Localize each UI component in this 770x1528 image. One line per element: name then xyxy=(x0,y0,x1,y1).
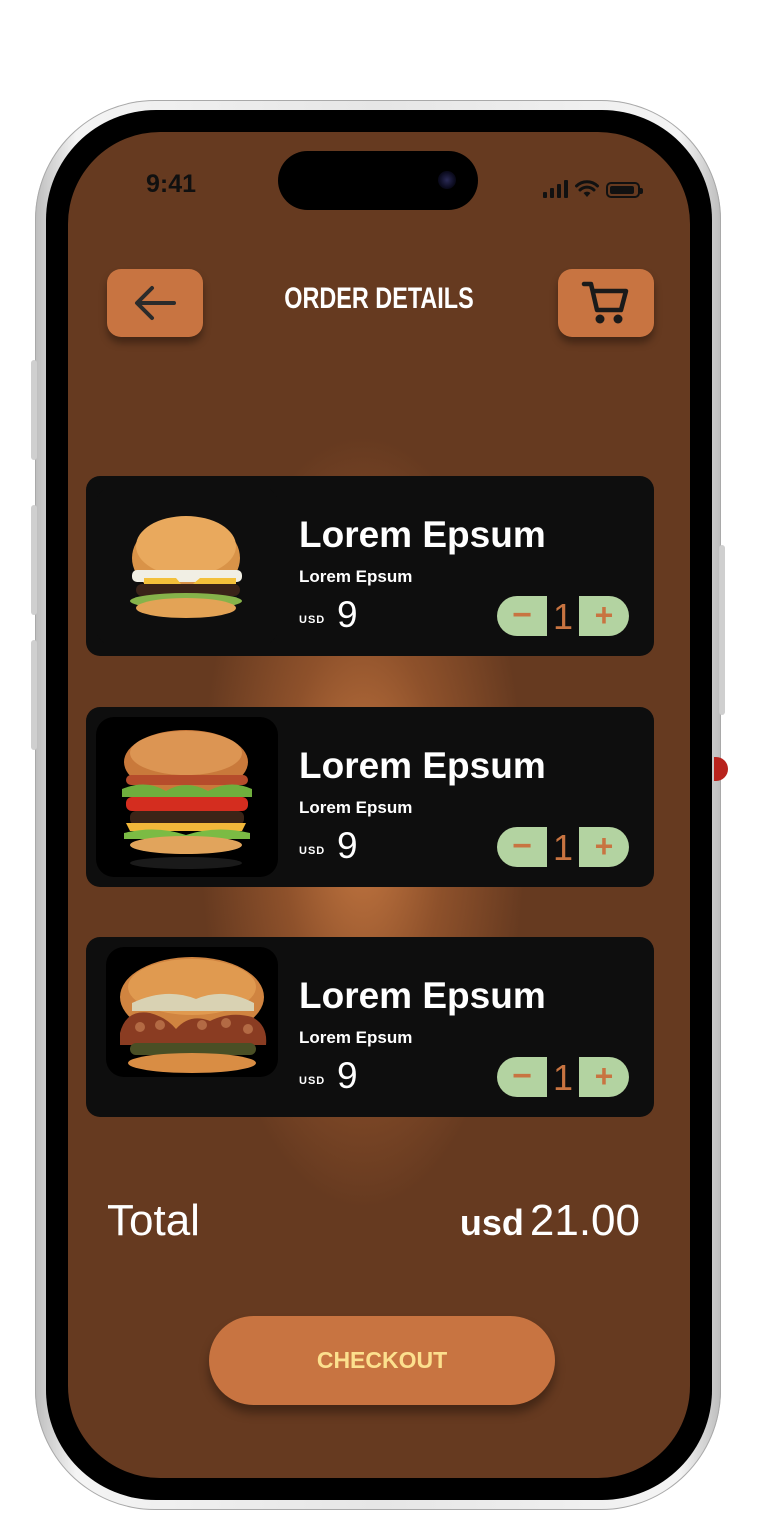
side-button-action xyxy=(31,360,37,460)
side-button-volume-down xyxy=(31,640,37,750)
item-currency: USD xyxy=(299,614,326,626)
quantity-value: 1 xyxy=(552,596,574,637)
item-description: Lorem Epsum xyxy=(299,1028,413,1047)
item-currency: USD xyxy=(299,845,326,857)
dynamic-island xyxy=(278,151,478,210)
quantity-value: 1 xyxy=(552,827,574,868)
item-name: Lorem Epsum xyxy=(299,745,546,786)
page-title: ORDER DETAILS xyxy=(284,282,474,315)
burger-cheese-image xyxy=(96,486,278,646)
quantity-stepper: − 1 + xyxy=(497,1057,629,1098)
quantity-value: 1 xyxy=(552,1057,574,1098)
cart-button[interactable] xyxy=(558,269,654,337)
total-value: usd 21.00 xyxy=(460,1196,640,1246)
item-name: Lorem Epsum xyxy=(299,514,546,555)
quantity-stepper: − 1 + xyxy=(497,827,629,868)
order-item-card: Lorem Epsum Lorem Epsum USD 9 − 1 + xyxy=(86,707,654,887)
wifi-icon xyxy=(575,180,599,197)
total-amount: 21.00 xyxy=(529,1196,640,1245)
side-button-power xyxy=(719,545,725,715)
checkout-button[interactable]: CHECKOUT xyxy=(209,1316,555,1405)
burger-octopus-image xyxy=(106,947,278,1077)
order-item-card: Lorem Epsum Lorem Epsum USD 9 − 1 + xyxy=(86,476,654,656)
cart-icon xyxy=(581,281,629,324)
item-currency: USD xyxy=(299,1075,326,1087)
status-time: 9:41 xyxy=(146,170,197,198)
total-label: Total xyxy=(107,1196,200,1245)
order-item-card: Lorem Epsum Lorem Epsum USD 9 − 1 + xyxy=(86,937,654,1117)
item-price: 9 xyxy=(337,594,358,635)
app-screen: 9:41 ORDER DETAILS Lorem Epsum Lorem Eps… xyxy=(68,132,690,1478)
side-button-volume-up xyxy=(31,505,37,615)
item-description: Lorem Epsum xyxy=(299,798,413,817)
camera-icon xyxy=(438,171,456,189)
battery-icon xyxy=(606,182,643,198)
increase-button[interactable]: + xyxy=(579,596,629,636)
decrease-button[interactable]: − xyxy=(497,1057,547,1097)
item-name: Lorem Epsum xyxy=(299,975,546,1016)
status-icons xyxy=(543,174,643,198)
increase-button[interactable]: + xyxy=(579,1057,629,1097)
quantity-stepper: − 1 + xyxy=(497,596,629,637)
total-currency: usd xyxy=(459,1202,524,1243)
item-price: 9 xyxy=(337,825,358,866)
decrease-button[interactable]: − xyxy=(497,827,547,867)
burger-bacon-image xyxy=(96,717,278,877)
item-price: 9 xyxy=(337,1055,358,1096)
signal-icon xyxy=(543,180,568,198)
side-indicator-dot xyxy=(714,757,728,781)
increase-button[interactable]: + xyxy=(579,827,629,867)
item-description: Lorem Epsum xyxy=(299,567,413,586)
decrease-button[interactable]: − xyxy=(497,596,547,636)
